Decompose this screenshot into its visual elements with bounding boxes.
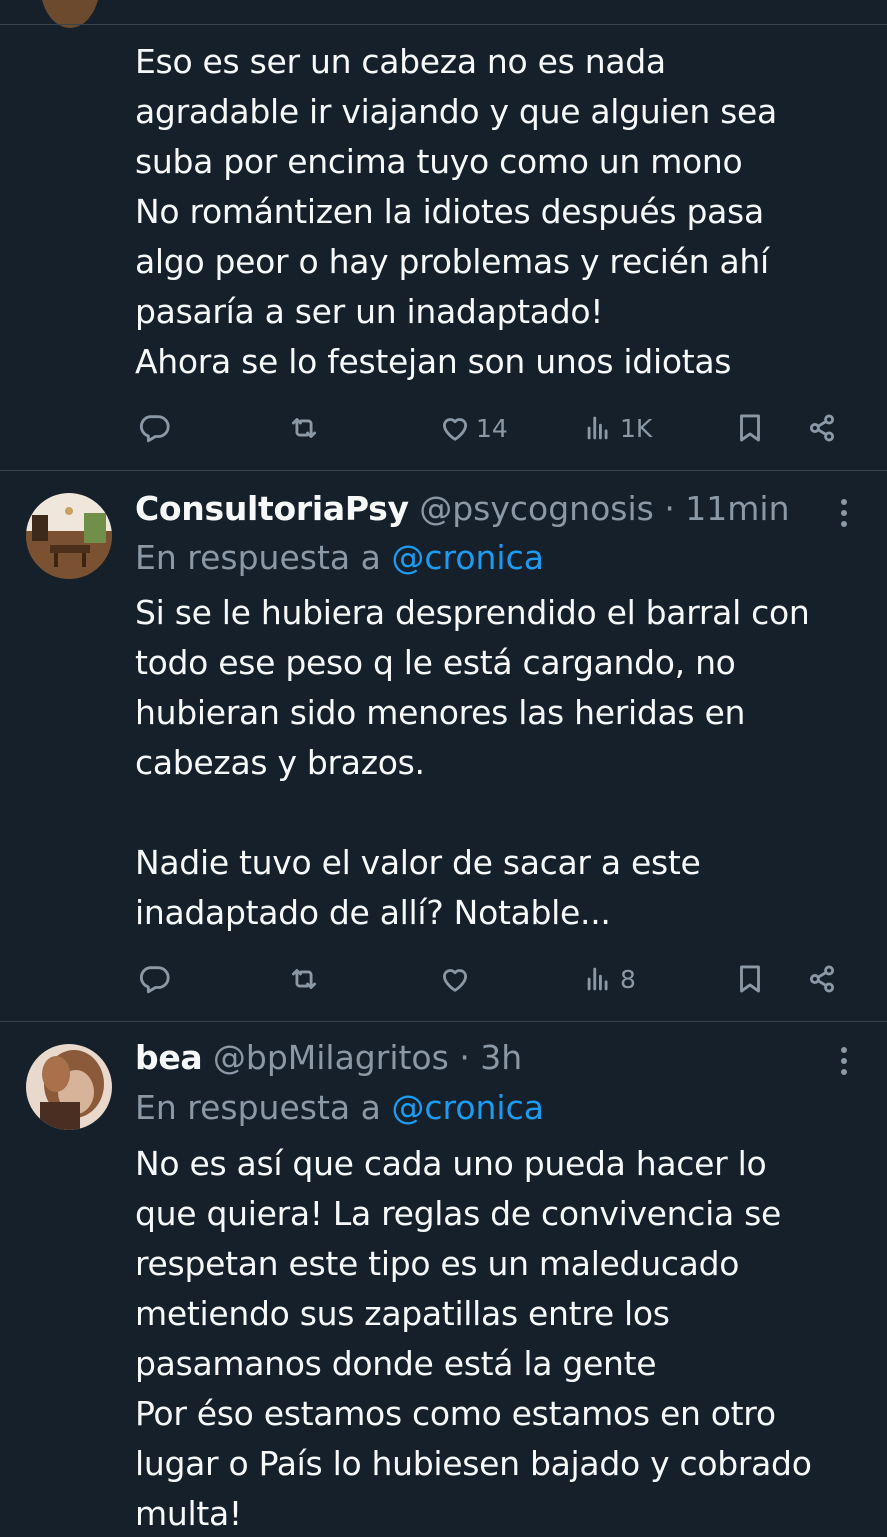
avatar-image bbox=[26, 493, 112, 579]
reply-prefix: En respuesta a bbox=[135, 1088, 381, 1127]
share-icon bbox=[809, 414, 835, 442]
bookmark-icon bbox=[740, 414, 760, 442]
tweet-1[interactable]: Eso es ser un cabeza no es nada agradabl… bbox=[0, 0, 887, 470]
reply-context: En respuesta a @cronica bbox=[135, 1083, 544, 1133]
views-icon bbox=[587, 967, 608, 991]
tweet-text: Eso es ser un cabeza no es nada agradabl… bbox=[135, 42, 777, 381]
reply-mention-link[interactable]: @cronica bbox=[391, 1088, 544, 1127]
views-button[interactable]: 8 bbox=[582, 957, 636, 1001]
views-button[interactable]: 1K bbox=[582, 406, 652, 450]
retweet-icon bbox=[291, 969, 317, 989]
tweet-text: Si se le hubiera desprendido el barral c… bbox=[135, 593, 810, 932]
views-count: 1K bbox=[620, 413, 653, 443]
tweet-3[interactable]: bea @bpMilagritos · 3h En respuesta a @c… bbox=[0, 1022, 887, 1537]
retweet-button[interactable] bbox=[287, 406, 321, 450]
display-name[interactable]: bea bbox=[135, 1038, 203, 1077]
like-icon bbox=[442, 418, 468, 441]
reply-context: En respuesta a @cronica bbox=[135, 533, 544, 583]
timestamp[interactable]: · 11min bbox=[664, 489, 789, 528]
display-name[interactable]: ConsultoriaPsy bbox=[135, 489, 409, 528]
share-button[interactable] bbox=[805, 957, 839, 1001]
like-button[interactable]: 14 bbox=[438, 406, 508, 450]
bookmark-button[interactable] bbox=[733, 406, 767, 450]
share-button[interactable] bbox=[805, 406, 839, 450]
reply-button[interactable] bbox=[137, 957, 171, 1001]
tweet-2[interactable]: ConsultoriaPsy @psycognosis · 11min En r… bbox=[0, 471, 887, 1021]
avatar-image bbox=[26, 1044, 112, 1130]
like-count: 14 bbox=[476, 413, 508, 443]
avatar[interactable] bbox=[26, 1044, 112, 1130]
views-count: 8 bbox=[620, 964, 636, 994]
share-icon bbox=[809, 965, 835, 993]
more-icon bbox=[841, 499, 847, 505]
retweet-icon bbox=[291, 418, 317, 438]
bookmark-button[interactable] bbox=[733, 957, 767, 1001]
divider bbox=[0, 24, 887, 25]
tweet-actions: 8 bbox=[0, 957, 887, 1001]
user-handle[interactable]: @psycognosis bbox=[419, 489, 654, 528]
avatar[interactable] bbox=[26, 493, 112, 579]
retweet-button[interactable] bbox=[287, 957, 321, 1001]
tweet-header: ConsultoriaPsy @psycognosis · 11min bbox=[135, 484, 827, 534]
bookmark-icon bbox=[740, 965, 760, 993]
views-icon bbox=[587, 416, 608, 440]
more-icon bbox=[841, 1047, 847, 1053]
reply-icon bbox=[139, 966, 170, 994]
tweet-text: No es así que cada uno pueda hacer lo qu… bbox=[135, 1144, 812, 1533]
reply-button[interactable] bbox=[137, 406, 171, 450]
timestamp[interactable]: · 3h bbox=[459, 1038, 522, 1077]
like-button[interactable] bbox=[438, 957, 476, 1001]
reply-mention-link[interactable]: @cronica bbox=[391, 538, 544, 577]
reply-icon bbox=[139, 415, 170, 443]
reply-prefix: En respuesta a bbox=[135, 538, 381, 577]
like-icon bbox=[442, 969, 468, 992]
more-options-button[interactable] bbox=[831, 493, 857, 533]
more-options-button[interactable] bbox=[831, 1041, 857, 1081]
user-handle[interactable]: @bpMilagritos bbox=[213, 1038, 449, 1077]
reply-feed: Eso es ser un cabeza no es nada agradabl… bbox=[0, 0, 887, 1537]
tweet-actions: 14 1K bbox=[0, 406, 887, 450]
tweet-header: bea @bpMilagritos · 3h bbox=[135, 1033, 827, 1083]
